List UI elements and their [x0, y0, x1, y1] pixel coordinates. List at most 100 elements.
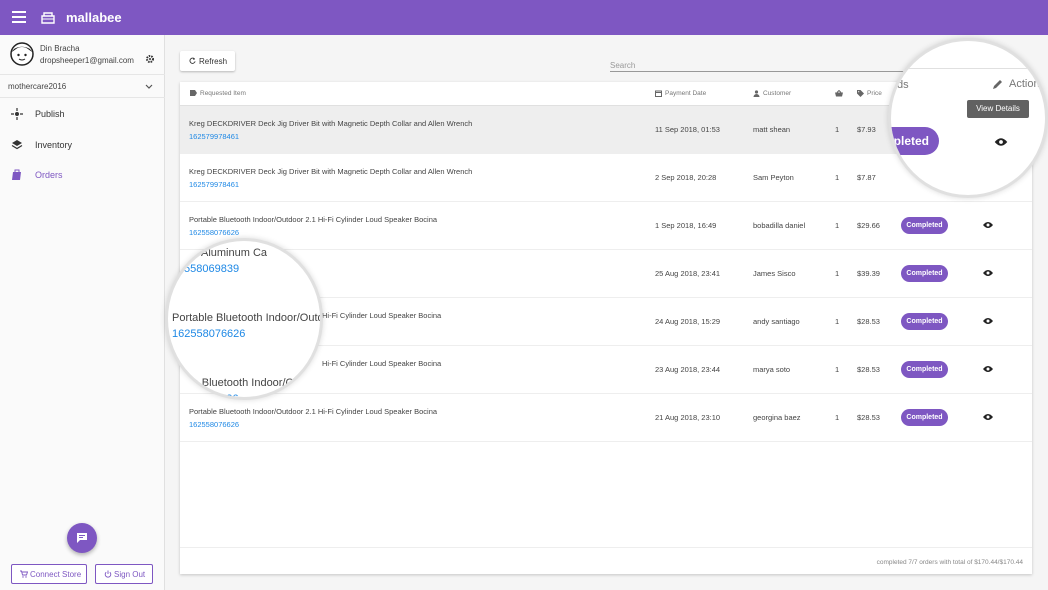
- store-name: mothercare2016: [8, 82, 67, 91]
- mallabee-logo-icon: [41, 12, 55, 24]
- eye-icon[interactable]: [983, 413, 993, 421]
- tag-icon: [857, 90, 864, 97]
- magnified-item-title: ble Bluetooth Indoor/O: [184, 377, 295, 389]
- header-quantity[interactable]: [835, 89, 846, 97]
- nav-item-inventory[interactable]: Inventory: [0, 130, 165, 160]
- customer-name: James Sisco: [753, 269, 796, 278]
- nav-item-orders[interactable]: Orders: [0, 160, 165, 190]
- item-id-link[interactable]: 162579978461: [189, 180, 239, 189]
- refresh-label: Refresh: [199, 57, 228, 66]
- magnified-item-id: 558069839: [184, 263, 240, 275]
- magnified-item-title: Portable Bluetooth Indoor/Outdo: [172, 312, 323, 324]
- user-name: Din Bracha: [40, 44, 80, 53]
- customer-name: Sam Peyton: [753, 173, 794, 182]
- status-badge: Completed: [901, 217, 948, 234]
- price: $29.66: [857, 221, 880, 230]
- price: $7.93: [857, 125, 876, 134]
- magnified-status-badge: pleted: [891, 127, 939, 155]
- top-app-bar: mallabee: [0, 0, 1048, 35]
- user-email: dropsheeper1@gmail.com: [40, 56, 134, 65]
- label-icon: [190, 90, 197, 97]
- nav-item-publish[interactable]: Publish: [0, 99, 165, 129]
- eye-icon[interactable]: [983, 269, 993, 277]
- status-badge: Completed: [901, 265, 948, 282]
- chevron-down-icon: [145, 84, 153, 89]
- magnifier-lens-left: Aluminum Ca 558069839 Portable Bluetooth…: [165, 238, 323, 400]
- pencil-icon: [993, 80, 1002, 89]
- magnified-item-id: 162558076626: [172, 328, 246, 340]
- quantity: 1: [835, 413, 840, 422]
- refresh-button[interactable]: Refresh: [180, 51, 235, 71]
- magnifier-lens-right: ds Actions pleted: [888, 38, 1048, 198]
- magnified-header-status: ds: [897, 79, 909, 91]
- quantity: 1: [835, 317, 840, 326]
- header-customer[interactable]: Customer: [753, 90, 791, 97]
- item-id-link[interactable]: 162579978461: [189, 132, 239, 141]
- eye-icon[interactable]: [994, 137, 1008, 147]
- customer-name: matt shean: [753, 125, 791, 134]
- chat-icon: [77, 533, 87, 543]
- item-title: Hi-Fi Cylinder Loud Speaker Bocina: [322, 311, 442, 320]
- item-title: Portable Bluetooth Indoor/Outdoor 2.1 Hi…: [189, 215, 438, 224]
- nav-label-publish: Publish: [35, 109, 65, 119]
- sign-out-label: Sign Out: [114, 570, 146, 579]
- price: $28.53: [857, 317, 880, 326]
- publish-icon: [11, 108, 23, 120]
- cart-icon: [20, 570, 28, 578]
- sidebar: Din Bracha dropsheeper1@gmail.com mother…: [0, 35, 165, 590]
- status-badge: Completed: [901, 361, 948, 378]
- power-icon: [104, 570, 112, 578]
- item-title: Kreg DECKDRIVER Deck Jig Driver Bit with…: [189, 167, 473, 176]
- item-id-link[interactable]: 162558076626: [189, 420, 239, 429]
- payment-date: 2 Sep 2018, 20:28: [655, 173, 717, 182]
- item-id-link[interactable]: 162558076626: [189, 228, 239, 237]
- customer-name: andy santiago: [753, 317, 800, 326]
- eye-icon[interactable]: [983, 317, 993, 325]
- orders-icon: [12, 169, 21, 180]
- magnified-item-title: Aluminum Ca: [201, 247, 268, 259]
- connect-store-button[interactable]: Connect Store: [11, 564, 87, 584]
- gear-icon[interactable]: [145, 54, 155, 64]
- price: $7.87: [857, 173, 876, 182]
- calendar-icon: [655, 90, 662, 97]
- item-title: Kreg DECKDRIVER Deck Jig Driver Bit with…: [189, 119, 473, 128]
- item-title: Hi-Fi Cylinder Loud Speaker Bocina: [322, 359, 442, 368]
- item-title: Portable Bluetooth Indoor/Outdoor 2.1 Hi…: [189, 407, 438, 416]
- app-brand: mallabee: [66, 10, 122, 25]
- chat-button[interactable]: [67, 523, 97, 553]
- eye-icon[interactable]: [983, 221, 993, 229]
- payment-date: 11 Sep 2018, 01:53: [655, 125, 720, 134]
- header-requested-item[interactable]: Requested Item: [190, 90, 246, 97]
- connect-store-label: Connect Store: [30, 570, 82, 579]
- orders-summary: completed 7/7 orders with total of $170.…: [876, 559, 1023, 566]
- nav-label-orders: Orders: [35, 170, 63, 180]
- person-icon: [753, 90, 760, 97]
- price: $28.53: [857, 413, 880, 422]
- table-row[interactable]: Portable Bluetooth Indoor/Outdoor 2.1 Hi…: [180, 202, 1032, 250]
- status-badge: Completed: [901, 409, 948, 426]
- sign-out-button[interactable]: Sign Out: [95, 564, 153, 584]
- payment-date: 1 Sep 2018, 16:49: [655, 221, 717, 230]
- magnified-header-actions: Actions: [1009, 78, 1046, 90]
- quantity: 1: [835, 269, 840, 278]
- status-badge: Completed: [901, 313, 948, 330]
- basket-icon: [835, 89, 843, 97]
- payment-date: 25 Aug 2018, 23:41: [655, 269, 721, 278]
- price: $28.53: [857, 365, 880, 374]
- store-selector[interactable]: mothercare2016: [0, 74, 165, 98]
- header-payment-date[interactable]: Payment Date: [655, 90, 706, 97]
- hamburger-menu-icon[interactable]: [12, 11, 26, 23]
- payment-date: 21 Aug 2018, 23:10: [655, 413, 721, 422]
- quantity: 1: [835, 221, 840, 230]
- eye-icon[interactable]: [983, 365, 993, 373]
- quantity: 1: [835, 365, 840, 374]
- payment-date: 24 Aug 2018, 15:29: [655, 317, 721, 326]
- refresh-icon: [189, 57, 196, 64]
- customer-name: bobadilla daniel: [753, 221, 806, 230]
- table-row[interactable]: Portable Bluetooth Indoor/Outdoor 2.1 Hi…: [180, 394, 1032, 442]
- payment-date: 23 Aug 2018, 23:44: [655, 365, 721, 374]
- header-price[interactable]: Price: [857, 90, 882, 97]
- customer-name: marya soto: [753, 365, 791, 374]
- nav-label-inventory: Inventory: [35, 140, 73, 150]
- view-details-tooltip: View Details: [967, 100, 1029, 118]
